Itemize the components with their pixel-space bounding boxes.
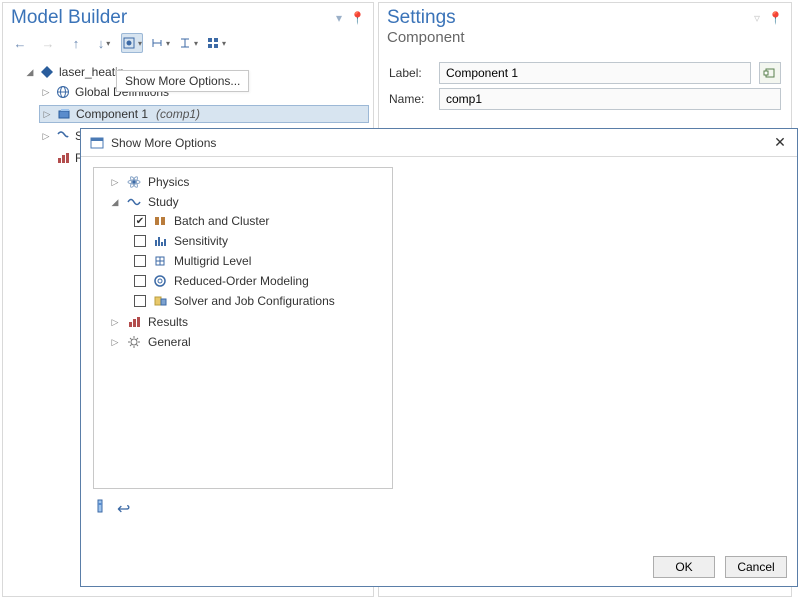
study-item-icon [152, 253, 168, 269]
study-item-label: Multigrid Level [174, 254, 251, 268]
layout-button[interactable]: ▾ [205, 33, 227, 53]
dropdown-icon[interactable]: ▾ [336, 11, 342, 25]
name-caption: Name: [389, 92, 431, 106]
study-item-icon [152, 213, 168, 229]
nav-forward-button[interactable]: → [37, 33, 59, 53]
checkbox[interactable] [134, 295, 146, 307]
study-item[interactable]: Reduced-Order Modeling [124, 271, 390, 291]
model-builder-title: Model Builder [11, 7, 127, 29]
settings-title: Settings [387, 7, 456, 29]
close-button[interactable]: ✕ [771, 134, 789, 151]
pin-icon[interactable]: 📍 [768, 11, 783, 25]
pin-icon[interactable]: 📍 [350, 11, 365, 25]
component-icon [56, 106, 72, 122]
checkbox[interactable] [134, 255, 146, 267]
dropdown-icon[interactable]: ▿ [754, 11, 760, 25]
link-label-button[interactable] [759, 62, 781, 84]
study-item[interactable]: Batch and Cluster [124, 211, 390, 231]
physics-icon [126, 174, 142, 190]
cancel-button[interactable]: Cancel [725, 556, 787, 578]
checkbox[interactable] [134, 235, 146, 247]
show-more-options-dialog: Show More Options ✕ ▷ Physics ◢ [80, 128, 798, 587]
checkbox[interactable] [134, 215, 146, 227]
study-icon [55, 128, 71, 144]
study-item-label: Solver and Job Configurations [174, 294, 335, 308]
expand-all-button[interactable] [93, 499, 107, 519]
show-more-options-button[interactable]: ▾ [121, 33, 143, 53]
cat-results[interactable]: ▷ Results [110, 312, 390, 332]
study-item-icon [152, 273, 168, 289]
gear-icon [126, 334, 142, 350]
undo-button[interactable]: ↩ [117, 499, 130, 519]
cat-physics[interactable]: ▷ Physics [110, 172, 390, 192]
study-item-label: Reduced-Order Modeling [174, 274, 309, 288]
study-item-label: Batch and Cluster [174, 214, 269, 228]
nav-back-button[interactable]: ← [9, 33, 31, 53]
cat-study[interactable]: ◢ Study Batch and ClusterSensitivityMult… [110, 192, 390, 312]
expand-tree-button[interactable]: ▾ [149, 33, 171, 53]
results-icon [55, 150, 71, 166]
dialog-title: Show More Options [111, 136, 216, 150]
model-builder-toolbar: ← → ↑ ↓▾ ▾ ▾ ▾ ▾ [3, 29, 373, 59]
ok-button[interactable]: OK [653, 556, 715, 578]
collapse-tree-button[interactable]: ▾ [177, 33, 199, 53]
study-item[interactable]: Solver and Job Configurations [124, 291, 390, 311]
study-item-label: Sensitivity [174, 234, 228, 248]
results-cat-icon [126, 314, 142, 330]
cat-general[interactable]: ▷ General [110, 332, 390, 352]
label-field[interactable] [439, 62, 751, 84]
dialog-icon [89, 135, 105, 151]
nav-down-button[interactable]: ↓▾ [93, 33, 115, 53]
study-item[interactable]: Sensitivity [124, 231, 390, 251]
checkbox[interactable] [134, 275, 146, 287]
name-field[interactable] [439, 88, 781, 110]
study-item-icon [152, 293, 168, 309]
options-tree: ▷ Physics ◢ Study Bat [93, 167, 393, 489]
label-caption: Label: [389, 66, 431, 80]
tree-node-component[interactable]: ▷ Component 1 (comp1) [39, 103, 369, 125]
tooltip: Show More Options... [116, 70, 249, 92]
nav-up-button[interactable]: ↑ [65, 33, 87, 53]
study-item[interactable]: Multigrid Level [124, 251, 390, 271]
study-cat-icon [126, 194, 142, 210]
settings-subtitle: Component [379, 29, 791, 50]
model-root-icon [39, 64, 55, 80]
globe-icon [55, 84, 71, 100]
dialog-buttons: OK Cancel [81, 548, 797, 586]
study-item-icon [152, 233, 168, 249]
